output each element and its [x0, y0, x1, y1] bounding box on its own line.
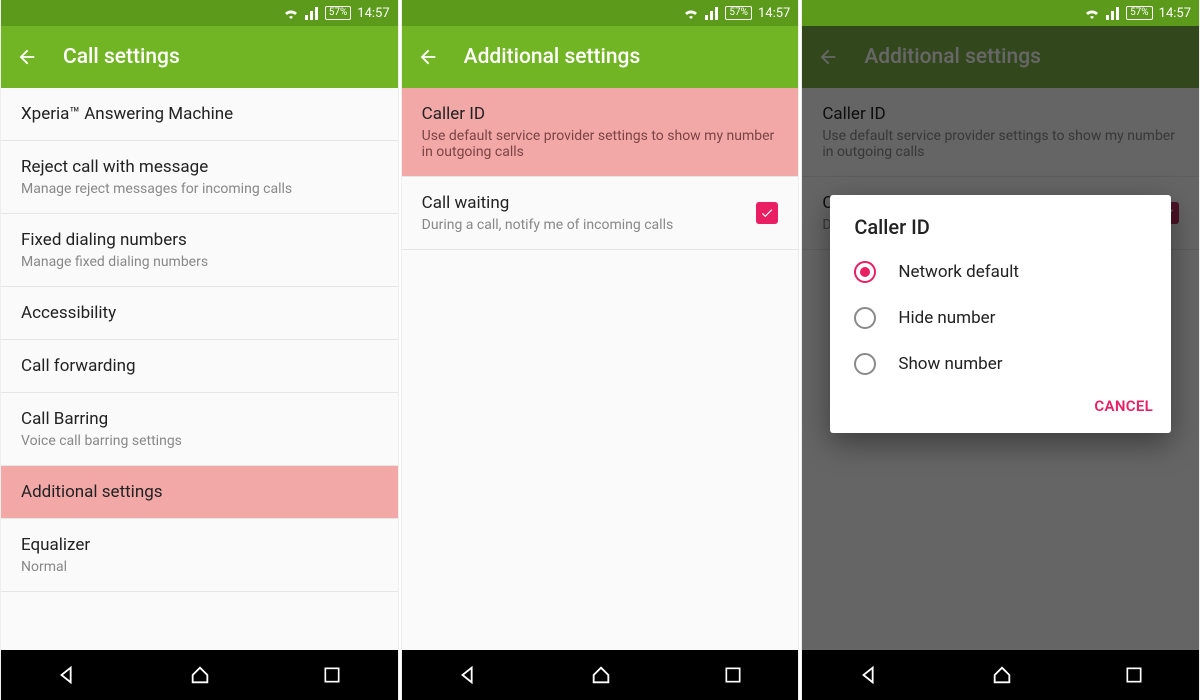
- settings-list: Caller ID Use default service provider s…: [402, 88, 799, 650]
- status-bar: 57% 14:57: [802, 0, 1199, 26]
- nav-recent-icon[interactable]: [322, 665, 342, 685]
- list-item-accessibility[interactable]: Accessibility: [1, 287, 398, 340]
- nav-back-icon[interactable]: [56, 664, 78, 686]
- status-bar: 57% 14:57: [1, 0, 398, 26]
- list-item-call-waiting[interactable]: Call waiting During a call, notify me of…: [402, 177, 799, 250]
- wifi-icon: [683, 6, 699, 20]
- back-icon[interactable]: [15, 45, 39, 69]
- page-title: Additional settings: [464, 45, 641, 69]
- list-item-label: Fixed dialing numbers: [21, 230, 378, 250]
- clock: 14:57: [1159, 6, 1191, 21]
- list-item-sub: Voice call barring settings: [21, 433, 378, 449]
- wifi-icon: [1084, 6, 1100, 20]
- list-item-label: Xperia™ Answering Machine: [21, 104, 378, 124]
- radio-label: Network default: [898, 262, 1019, 282]
- nav-home-icon[interactable]: [590, 664, 612, 686]
- list-item-label: Additional settings: [21, 482, 378, 502]
- status-bar: 57% 14:57: [402, 0, 799, 26]
- list-item-label: Caller ID: [422, 104, 779, 124]
- signal-icon: [705, 6, 719, 20]
- nav-back-icon[interactable]: [858, 664, 880, 686]
- clock: 14:57: [357, 6, 389, 21]
- list-item-sub: During a call, notify me of incoming cal…: [422, 217, 757, 233]
- nav-bar: [402, 650, 799, 700]
- battery-indicator: 57%: [725, 6, 752, 20]
- nav-back-icon[interactable]: [457, 664, 479, 686]
- screen-call-settings: 57% 14:57 Call settings Xperia™ Answerin…: [0, 0, 399, 700]
- battery-indicator: 57%: [1126, 6, 1153, 20]
- nav-home-icon[interactable]: [189, 664, 211, 686]
- checkbox-checked-icon[interactable]: [756, 202, 778, 224]
- action-bar: Additional settings: [402, 26, 799, 88]
- radio-option-network-default[interactable]: Network default: [830, 249, 1171, 295]
- list-item-fixed-dialing[interactable]: Fixed dialing numbers Manage fixed diali…: [1, 214, 398, 287]
- list-item-sub: Manage reject messages for incoming call…: [21, 181, 378, 197]
- list-item-caller-id[interactable]: Caller ID Use default service provider s…: [402, 88, 799, 177]
- list-item-label: Call forwarding: [21, 356, 378, 376]
- cancel-button[interactable]: CANCEL: [1094, 397, 1153, 415]
- signal-icon: [305, 6, 319, 20]
- signal-icon: [1106, 6, 1120, 20]
- list-item-label: Reject call with message: [21, 157, 378, 177]
- list-item-call-forwarding[interactable]: Call forwarding: [1, 340, 398, 393]
- nav-recent-icon[interactable]: [723, 665, 743, 685]
- radio-selected-icon: [854, 261, 876, 283]
- battery-indicator: 57%: [325, 6, 352, 20]
- list-item-additional-settings[interactable]: Additional settings: [1, 466, 398, 519]
- nav-bar: [1, 650, 398, 700]
- list-item-label: Accessibility: [21, 303, 378, 323]
- list-item-answering-machine[interactable]: Xperia™ Answering Machine: [1, 88, 398, 141]
- caller-id-dialog: Caller ID Network default Hide number Sh…: [830, 195, 1171, 433]
- nav-bar: [802, 650, 1199, 700]
- radio-option-show-number[interactable]: Show number: [830, 341, 1171, 387]
- back-icon[interactable]: [416, 45, 440, 69]
- radio-option-hide-number[interactable]: Hide number: [830, 295, 1171, 341]
- radio-unselected-icon: [854, 307, 876, 329]
- list-item-reject-call[interactable]: Reject call with message Manage reject m…: [1, 141, 398, 214]
- screen-additional-settings: 57% 14:57 Additional settings Caller ID …: [401, 0, 800, 700]
- screen-caller-id-dialog: 57% 14:57 Additional settings Caller ID …: [801, 0, 1200, 700]
- nav-recent-icon[interactable]: [1124, 665, 1144, 685]
- list-item-sub: Normal: [21, 559, 378, 575]
- page-title: Call settings: [63, 45, 180, 69]
- list-item-sub: Manage fixed dialing numbers: [21, 254, 378, 270]
- list-item-label: Call Barring: [21, 409, 378, 429]
- nav-home-icon[interactable]: [991, 664, 1013, 686]
- list-item-label: Call waiting: [422, 193, 757, 213]
- wifi-icon: [283, 6, 299, 20]
- list-item-call-barring[interactable]: Call Barring Voice call barring settings: [1, 393, 398, 466]
- dialog-title: Caller ID: [830, 195, 1171, 249]
- dialog-actions: CANCEL: [830, 387, 1171, 423]
- radio-label: Hide number: [898, 308, 995, 328]
- list-item-label: Equalizer: [21, 535, 378, 555]
- list-item-sub: Use default service provider settings to…: [422, 128, 779, 160]
- action-bar: Call settings: [1, 26, 398, 88]
- radio-unselected-icon: [854, 353, 876, 375]
- clock: 14:57: [758, 6, 790, 21]
- list-item-equalizer[interactable]: Equalizer Normal: [1, 519, 398, 592]
- radio-label: Show number: [898, 354, 1002, 374]
- settings-list: Xperia™ Answering Machine Reject call wi…: [1, 88, 398, 650]
